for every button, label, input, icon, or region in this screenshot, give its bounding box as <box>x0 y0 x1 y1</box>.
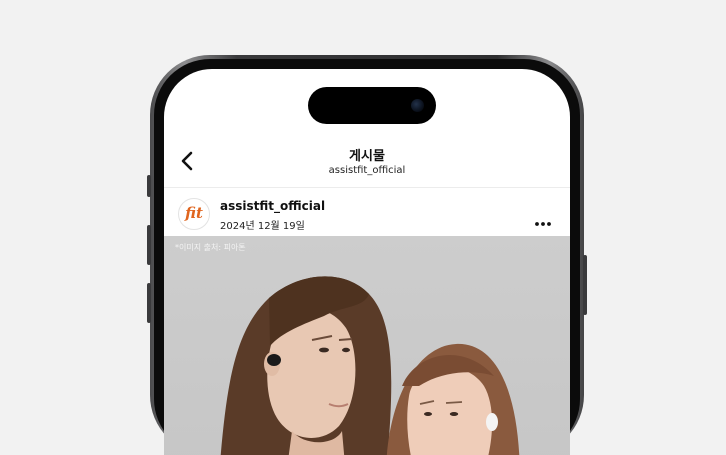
phone-power-button <box>583 255 587 315</box>
phone-action-button <box>147 175 151 197</box>
page-subtitle: assistfit_official <box>328 165 406 176</box>
page-title: 게시물 <box>349 149 385 164</box>
image-source-caption: *이미지 출처: 피아톤 <box>175 243 246 252</box>
phone-volume-down-button <box>147 283 151 323</box>
author-avatar[interactable]: fit <box>178 198 210 230</box>
phone-bezel: 게시물 assistfit_official fit assistfit_off… <box>154 59 580 455</box>
phone-screen: 게시물 assistfit_official fit assistfit_off… <box>164 69 570 455</box>
post-author-name[interactable]: assistfit_official <box>220 199 325 213</box>
post-image[interactable]: *이미지 출처: 피아톤 <box>164 236 570 455</box>
header-divider <box>164 187 570 188</box>
post-date: 2024년 12월 19일 <box>220 221 305 232</box>
post-photo-illustration <box>220 276 520 455</box>
more-horizontal-icon <box>535 222 551 226</box>
camera-lens-icon <box>411 99 424 112</box>
phone-frame: 게시물 assistfit_official fit assistfit_off… <box>147 55 587 455</box>
brand-logo: fit <box>185 204 203 222</box>
dynamic-island <box>308 87 436 124</box>
phone-volume-up-button <box>147 225 151 265</box>
more-options-button[interactable] <box>534 212 552 226</box>
